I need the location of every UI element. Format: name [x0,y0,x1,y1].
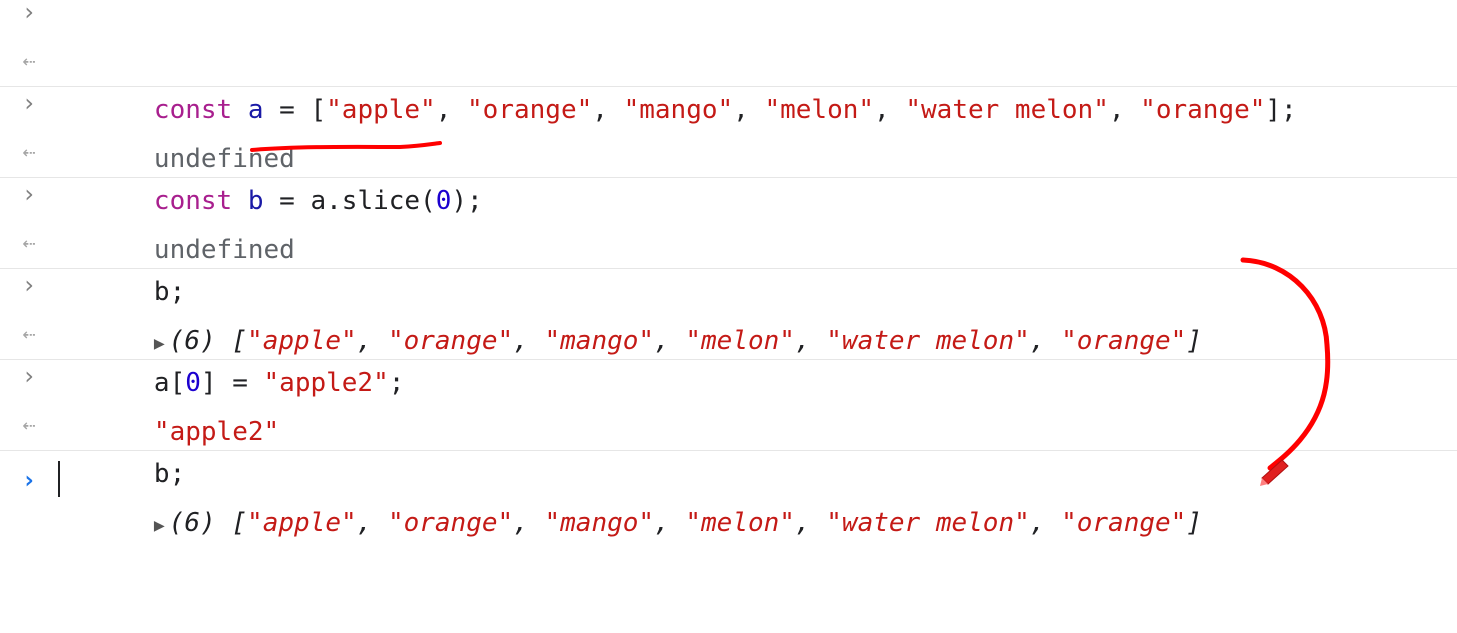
chevron-right-icon: › [21,89,37,117]
console-input-line[interactable]: › b; [0,170,1457,307]
console-entry: › const b = a.slice(0); ⇠ undefined [0,79,1457,265]
expand-triangle-icon[interactable]: ▶ [154,515,165,536]
text-caret [58,461,60,497]
console-input-line[interactable]: › a[0] = "apple2"; [0,261,1457,398]
string-token: "apple" [247,508,357,538]
string-token: "melon" [685,508,795,538]
prompt-chevron-icon: › [21,466,37,494]
console-prompt[interactable]: › [0,451,1457,509]
console-input-line[interactable]: › const b = a.slice(0); [0,79,1457,216]
array-count: (6) [168,508,216,538]
console-entry: › b; ⇠ ▶ (6) ["apple", "orange", "mango",… [0,352,1457,538]
console-input-line[interactable]: › b; [0,352,1457,489]
devtools-console: › const a = ["apple", "orange", "mango",… [0,0,1457,538]
console-entry: › b; ⇠ ▶ (6) ["apple", "orange", "mango",… [0,170,1457,356]
bracket-token: [ [231,508,248,538]
bracket-token: ] [1186,508,1202,538]
console-entry: › a[0] = "apple2"; ⇠ "apple2" [0,261,1457,447]
return-arrow-icon: ⇠ [22,413,36,438]
string-token: "orange" [387,508,514,538]
separator-token: , [1029,508,1062,538]
separator-token: , [794,508,827,538]
console-entry: › const a = ["apple", "orange", "mango",… [0,0,1457,174]
chevron-right-icon: › [21,362,37,390]
chevron-right-icon: › [21,0,37,26]
console-input-line[interactable]: › const a = ["apple", "orange", "mango",… [0,0,1457,125]
separator-token: , [356,508,388,538]
separator-token: , [654,508,686,538]
string-token: "orange" [1061,508,1187,538]
string-token: "water melon" [826,508,1030,538]
string-token: "mango" [544,508,655,538]
chevron-right-icon: › [21,180,37,208]
console-output-line[interactable]: ⇠ ▶ (6) ["apple", "orange", "mango", "mel… [0,401,1457,538]
separator-token: , [513,508,545,538]
chevron-right-icon: › [21,271,37,299]
